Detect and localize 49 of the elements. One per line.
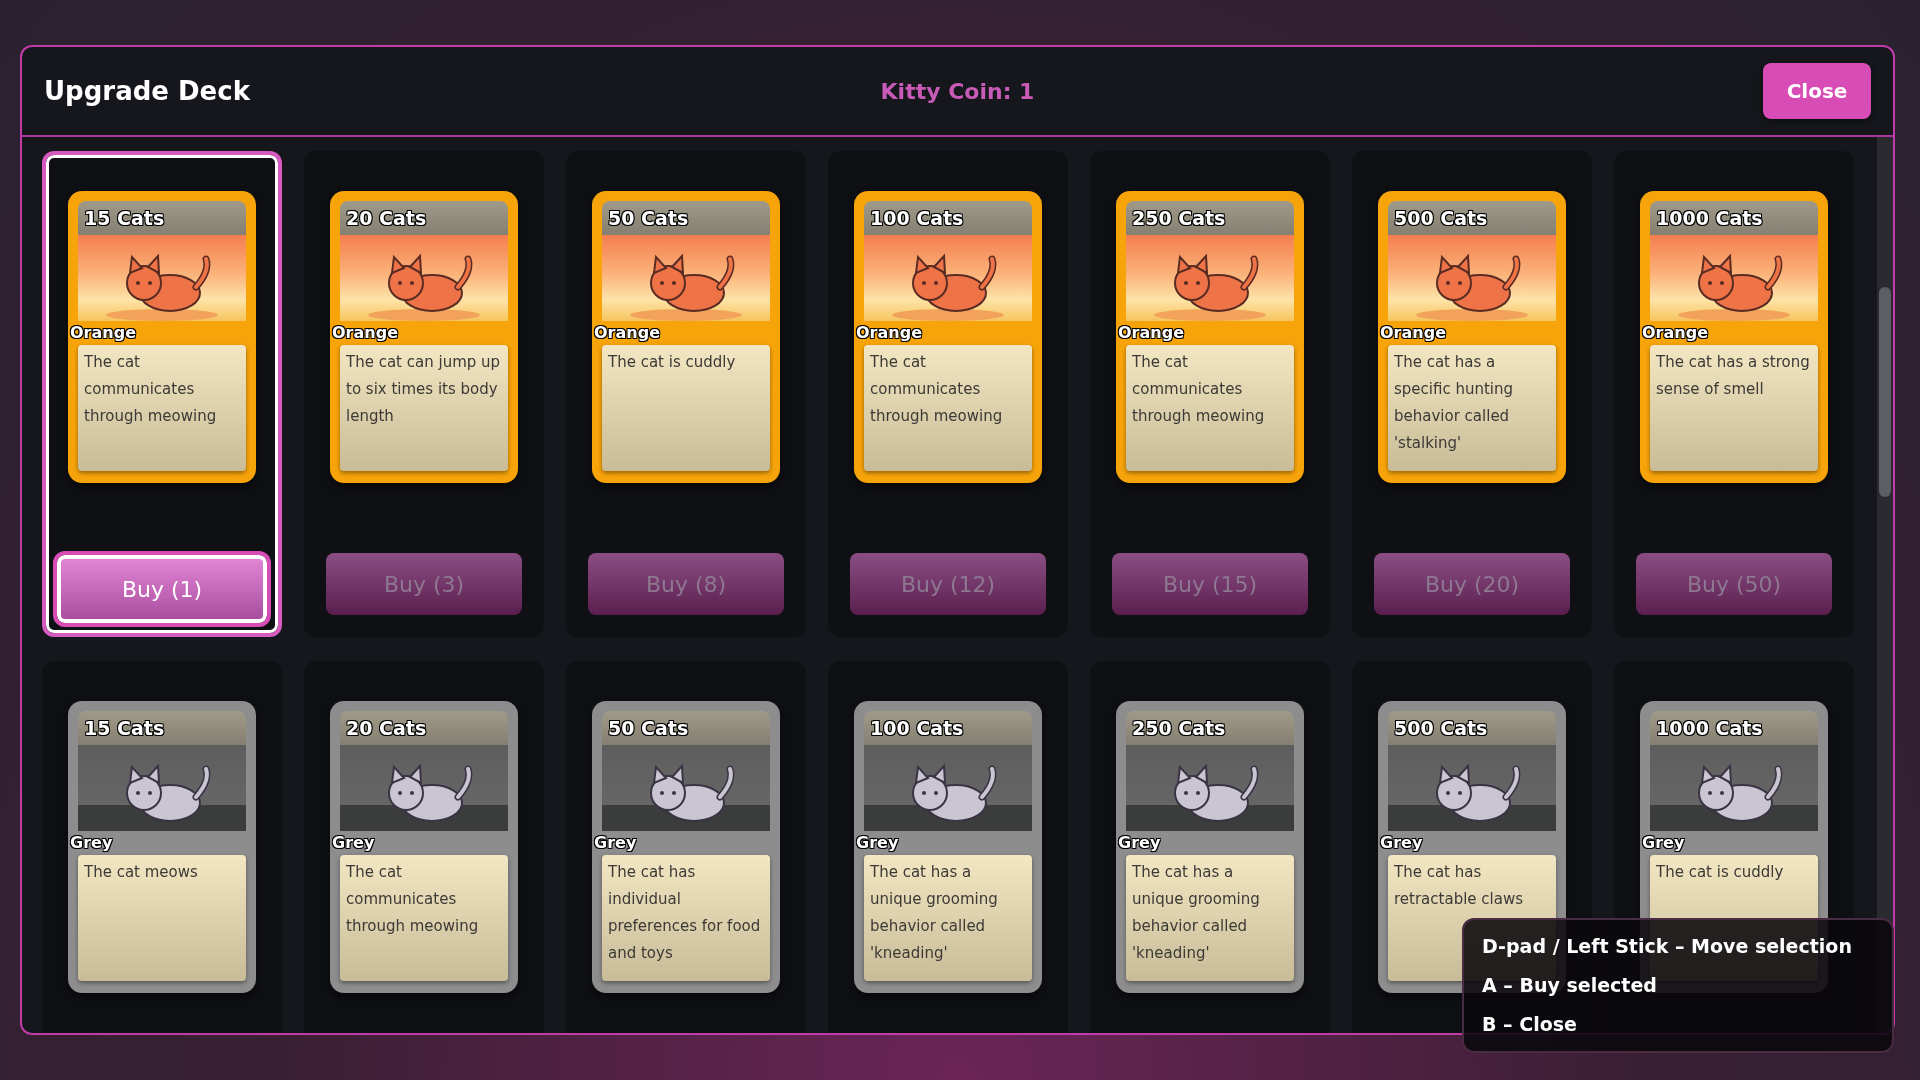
card-slot[interactable]: 100 Cats Grey The cat has a unique grooming behavior called 'kneading' <box>828 661 1068 1033</box>
cat-count: 100 Cats <box>864 201 1032 235</box>
cat-count: 500 Cats <box>1388 711 1556 745</box>
dialog-title: Upgrade Deck <box>44 76 250 106</box>
card-slot[interactable]: 50 Cats Grey The cat has individual preferences for food and toys <box>566 661 806 1033</box>
cat-count: 1000 Cats <box>1650 201 1818 235</box>
cat-count: 20 Cats <box>340 711 508 745</box>
cat-fact: The cat has a specific hunting behavior called 'stalking' <box>1388 345 1556 471</box>
cat-count: 250 Cats <box>1126 711 1294 745</box>
cat-color-label: Orange <box>594 323 661 342</box>
cat-color-label: Grey <box>1642 833 1686 852</box>
cat-color-label: Grey <box>1118 833 1162 852</box>
cat-color-label: Grey <box>332 833 376 852</box>
close-button[interactable]: Close <box>1763 63 1871 119</box>
cat-count: 250 Cats <box>1126 201 1294 235</box>
card-slot[interactable]: 15 Cats Orange The cat communicates through meowing Buy (1) <box>42 151 282 637</box>
coin-balance: Kitty Coin: 1 <box>880 78 1035 104</box>
cat-color-label: Grey <box>70 833 114 852</box>
cat-fact: The cat communicates through meowing <box>1126 345 1294 471</box>
cat-count: 50 Cats <box>602 711 770 745</box>
cat-color-label: Grey <box>594 833 638 852</box>
cat-color-label: Orange <box>856 323 923 342</box>
card-slot[interactable]: 15 Cats Grey The cat meows <box>42 661 282 1033</box>
cat-fact: The cat meows <box>78 855 246 981</box>
cat-fact: The cat is cuddly <box>602 345 770 471</box>
cat-color-label: Orange <box>1642 323 1709 342</box>
cat-color-label: Orange <box>1118 323 1185 342</box>
cat-fact: The cat communicates through meowing <box>340 855 508 981</box>
cat-count: 15 Cats <box>78 201 246 235</box>
cat-count: 500 Cats <box>1388 201 1556 235</box>
cat-fact: The cat has a unique grooming behavior called 'kneading' <box>864 855 1032 981</box>
cat-color-label: Grey <box>856 833 900 852</box>
cat-count: 20 Cats <box>340 201 508 235</box>
cat-color-label: Orange <box>70 323 137 342</box>
cat-fact: The cat has a unique grooming behavior called 'kneading' <box>1126 855 1294 981</box>
cat-count: 1000 Cats <box>1650 711 1818 745</box>
cat-color-label: Orange <box>1380 323 1447 342</box>
cat-count: 15 Cats <box>78 711 246 745</box>
cat-fact: The cat can jump up to six times its body length <box>340 345 508 471</box>
cat-fact: The cat communicates through meowing <box>78 345 246 471</box>
cat-color-label: Orange <box>332 323 399 342</box>
card-slot[interactable]: 250 Cats Grey The cat has a unique grooming behavior called 'kneading' <box>1090 661 1330 1033</box>
cat-count: 50 Cats <box>602 201 770 235</box>
cat-count: 100 Cats <box>864 711 1032 745</box>
cat-color-label: Grey <box>1380 833 1424 852</box>
cat-fact: The cat communicates through meowing <box>864 345 1032 471</box>
cat-fact: The cat has a strong sense of smell <box>1650 345 1818 471</box>
card-slot[interactable]: 20 Cats Grey The cat communicates through meowing <box>304 661 544 1033</box>
cat-fact: The cat has individual preferences for food and toys <box>602 855 770 981</box>
